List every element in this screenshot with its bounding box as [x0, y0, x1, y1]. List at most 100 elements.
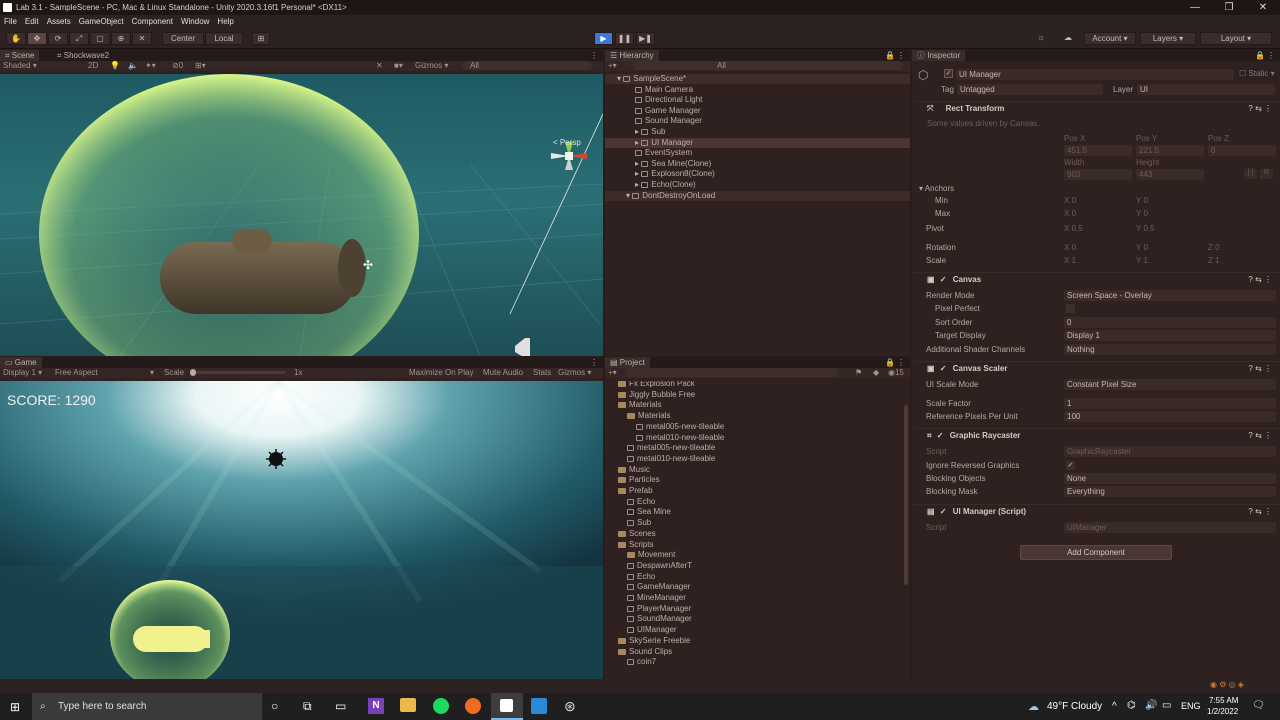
anchors-foldout[interactable]: ▾ Anchors: [919, 183, 954, 194]
hierarchy-item[interactable]: ▸ Sea Mine(Clone): [605, 159, 910, 169]
project-folder-item[interactable]: Materials: [605, 400, 661, 410]
hierarchy-item[interactable]: ▸ Sub: [605, 127, 910, 137]
filter-type-icon[interactable]: ⚑: [855, 368, 862, 378]
additional-channels-dropdown[interactable]: Nothing: [1064, 344, 1276, 355]
posx-field[interactable]: 451.5: [1064, 145, 1132, 156]
hierarchy-item[interactable]: Main Camera: [605, 85, 910, 95]
max-x-field[interactable]: 0: [1072, 209, 1076, 218]
menu-edit[interactable]: Edit: [21, 15, 43, 28]
menu-assets[interactable]: Assets: [43, 15, 75, 28]
ui-script-field[interactable]: UIManager: [1064, 522, 1276, 533]
ui-manager-script-menu-icon[interactable]: ? ⇆ ⋮: [1248, 505, 1272, 519]
menu-file[interactable]: File: [0, 15, 21, 28]
canvas-enabled-checkbox[interactable]: ✓: [940, 275, 947, 284]
hidden-count[interactable]: ⊘0: [172, 61, 183, 71]
tab-hierarchy[interactable]: ☰ Hierarchy: [605, 50, 659, 61]
project-asset-item[interactable]: UIManager: [605, 625, 677, 635]
tab-scene[interactable]: ⌗ Scene: [0, 50, 40, 61]
project-add-icon[interactable]: +▾: [608, 368, 617, 378]
layers-dropdown[interactable]: Layers ▾: [1140, 32, 1196, 45]
hierarchy-item[interactable]: ▸ UI Manager: [605, 137, 910, 148]
project-folder-item[interactable]: Jiggly Bubble Free: [605, 390, 695, 400]
game-viewport[interactable]: [0, 381, 603, 679]
maximize-on-play-toggle[interactable]: Maximize On Play: [409, 368, 473, 378]
file-explorer-icon[interactable]: [400, 698, 416, 712]
target-display-dropdown[interactable]: Display 1: [1064, 330, 1276, 341]
raycaster-script-field[interactable]: GraphicRaycaster: [1064, 446, 1276, 457]
maximize-button[interactable]: ❐: [1212, 0, 1246, 15]
project-folder-item[interactable]: Scenes: [605, 529, 656, 539]
object-name-field[interactable]: UI Manager: [956, 69, 1234, 80]
project-folder-item[interactable]: Prefab: [605, 486, 653, 496]
pixel-perfect-checkbox[interactable]: [1066, 304, 1075, 313]
rect-tool-icon[interactable]: ▢: [90, 32, 110, 45]
spotify-app-icon[interactable]: [433, 698, 449, 714]
layer-dropdown[interactable]: UI: [1137, 84, 1275, 95]
gizmos-dropdown[interactable]: Gizmos ▾: [415, 61, 448, 71]
min-x-field[interactable]: 0: [1072, 196, 1076, 205]
pause-button[interactable]: ❚❚: [615, 32, 634, 45]
battery-icon[interactable]: ▭: [1162, 700, 1171, 711]
custom-tool-icon[interactable]: ✕: [132, 32, 152, 45]
pivot-y-field[interactable]: 0.5: [1143, 224, 1154, 233]
close-button[interactable]: ✕: [1246, 0, 1280, 15]
shading-dropdown[interactable]: Shaded ▾: [3, 61, 37, 71]
tab-shockwave2[interactable]: ⌗ Shockwave2: [52, 50, 114, 61]
hierarchy-item[interactable]: EventSystem: [605, 148, 910, 158]
pivot-local-button[interactable]: Local: [205, 32, 243, 45]
rot-z-field[interactable]: 0: [1215, 243, 1219, 252]
clock-date[interactable]: 1/2/2022: [1207, 707, 1238, 716]
account-dropdown[interactable]: Account ▾: [1084, 32, 1136, 45]
grid-dropdown-icon[interactable]: ⊞▾: [195, 61, 206, 71]
project-asset-item[interactable]: metal005-new-tileable: [605, 443, 715, 453]
project-asset-item[interactable]: PlayerManager: [605, 604, 691, 614]
cortana-icon[interactable]: ○: [271, 699, 278, 713]
layout-dropdown[interactable]: Layout ▾: [1200, 32, 1272, 45]
hierarchy-item[interactable]: ▾ DontDestroyOnLoad: [605, 190, 910, 201]
project-folder-item[interactable]: Scripts: [605, 540, 653, 550]
move-tool-icon[interactable]: ✥: [27, 32, 47, 45]
add-component-button[interactable]: Add Component: [1020, 545, 1172, 560]
canvas-scaler-menu-icon[interactable]: ? ⇆ ⋮: [1248, 362, 1272, 376]
display-dropdown[interactable]: Display 1 ▾: [3, 368, 42, 378]
hidden-packages-count[interactable]: ◉15: [888, 368, 904, 378]
pivot-center-button[interactable]: Center: [162, 32, 204, 45]
transform-tool-icon[interactable]: ⊕: [111, 32, 131, 45]
raycaster-menu-icon[interactable]: ? ⇆ ⋮: [1248, 429, 1272, 443]
minimize-button[interactable]: —: [1178, 0, 1212, 15]
scale-z-field[interactable]: 1: [1215, 256, 1219, 265]
height-field[interactable]: 443: [1136, 169, 1204, 180]
effects-dropdown-icon[interactable]: ✦▾: [145, 61, 156, 71]
rotate-tool-icon[interactable]: ⟳: [48, 32, 68, 45]
tag-dropdown[interactable]: Untagged: [957, 84, 1103, 95]
menu-gameobject[interactable]: GameObject: [75, 15, 128, 28]
status-icons[interactable]: ◉ ⚙ ◎ ◈: [1210, 680, 1244, 689]
sort-order-field[interactable]: 0: [1064, 317, 1276, 328]
project-folder-item[interactable]: Materials: [605, 411, 670, 421]
mute-audio-toggle[interactable]: Mute Audio: [483, 368, 523, 378]
blueprint-mode-icon[interactable]: [ ]: [1244, 169, 1257, 179]
ui-manager-script-header[interactable]: ▤ ✓ UI Manager (Script) ? ⇆ ⋮: [915, 504, 1280, 518]
ui-scale-mode-dropdown[interactable]: Constant Pixel Size: [1064, 379, 1276, 390]
project-folder-item[interactable]: SkySerie Freebie: [605, 636, 690, 646]
terminal-app-icon[interactable]: ▭: [335, 699, 346, 713]
scale-y-field[interactable]: 1: [1143, 256, 1147, 265]
weather-text[interactable]: 49°F Cloudy: [1047, 701, 1102, 712]
project-asset-item[interactable]: metal010-new-tileable: [605, 454, 715, 464]
hierarchy-item[interactable]: Game Manager: [605, 106, 910, 116]
notification-center-icon[interactable]: 🗨: [1252, 700, 1265, 711]
render-mode-dropdown[interactable]: Screen Space - Overlay: [1064, 290, 1276, 301]
persp-label[interactable]: < Persp: [553, 138, 581, 147]
canvas-scaler-enabled-checkbox[interactable]: ✓: [940, 364, 947, 373]
max-y-field[interactable]: 0: [1143, 209, 1147, 218]
project-asset-item[interactable]: metal010-new-tileable: [605, 433, 724, 443]
raycaster-enabled-checkbox[interactable]: ✓: [937, 431, 944, 440]
aspect-dropdown[interactable]: Free Aspect: [55, 368, 98, 378]
tray-chevron-icon[interactable]: ^: [1112, 701, 1117, 712]
raw-edit-button[interactable]: R: [1260, 169, 1273, 179]
scale-x-field[interactable]: 1: [1072, 256, 1076, 265]
hierarchy-item[interactable]: Directional Light: [605, 95, 910, 105]
scene-search-input[interactable]: All: [462, 61, 592, 70]
ignore-reversed-checkbox[interactable]: ✓: [1066, 461, 1075, 470]
mode-2d-toggle[interactable]: 2D: [88, 61, 98, 71]
